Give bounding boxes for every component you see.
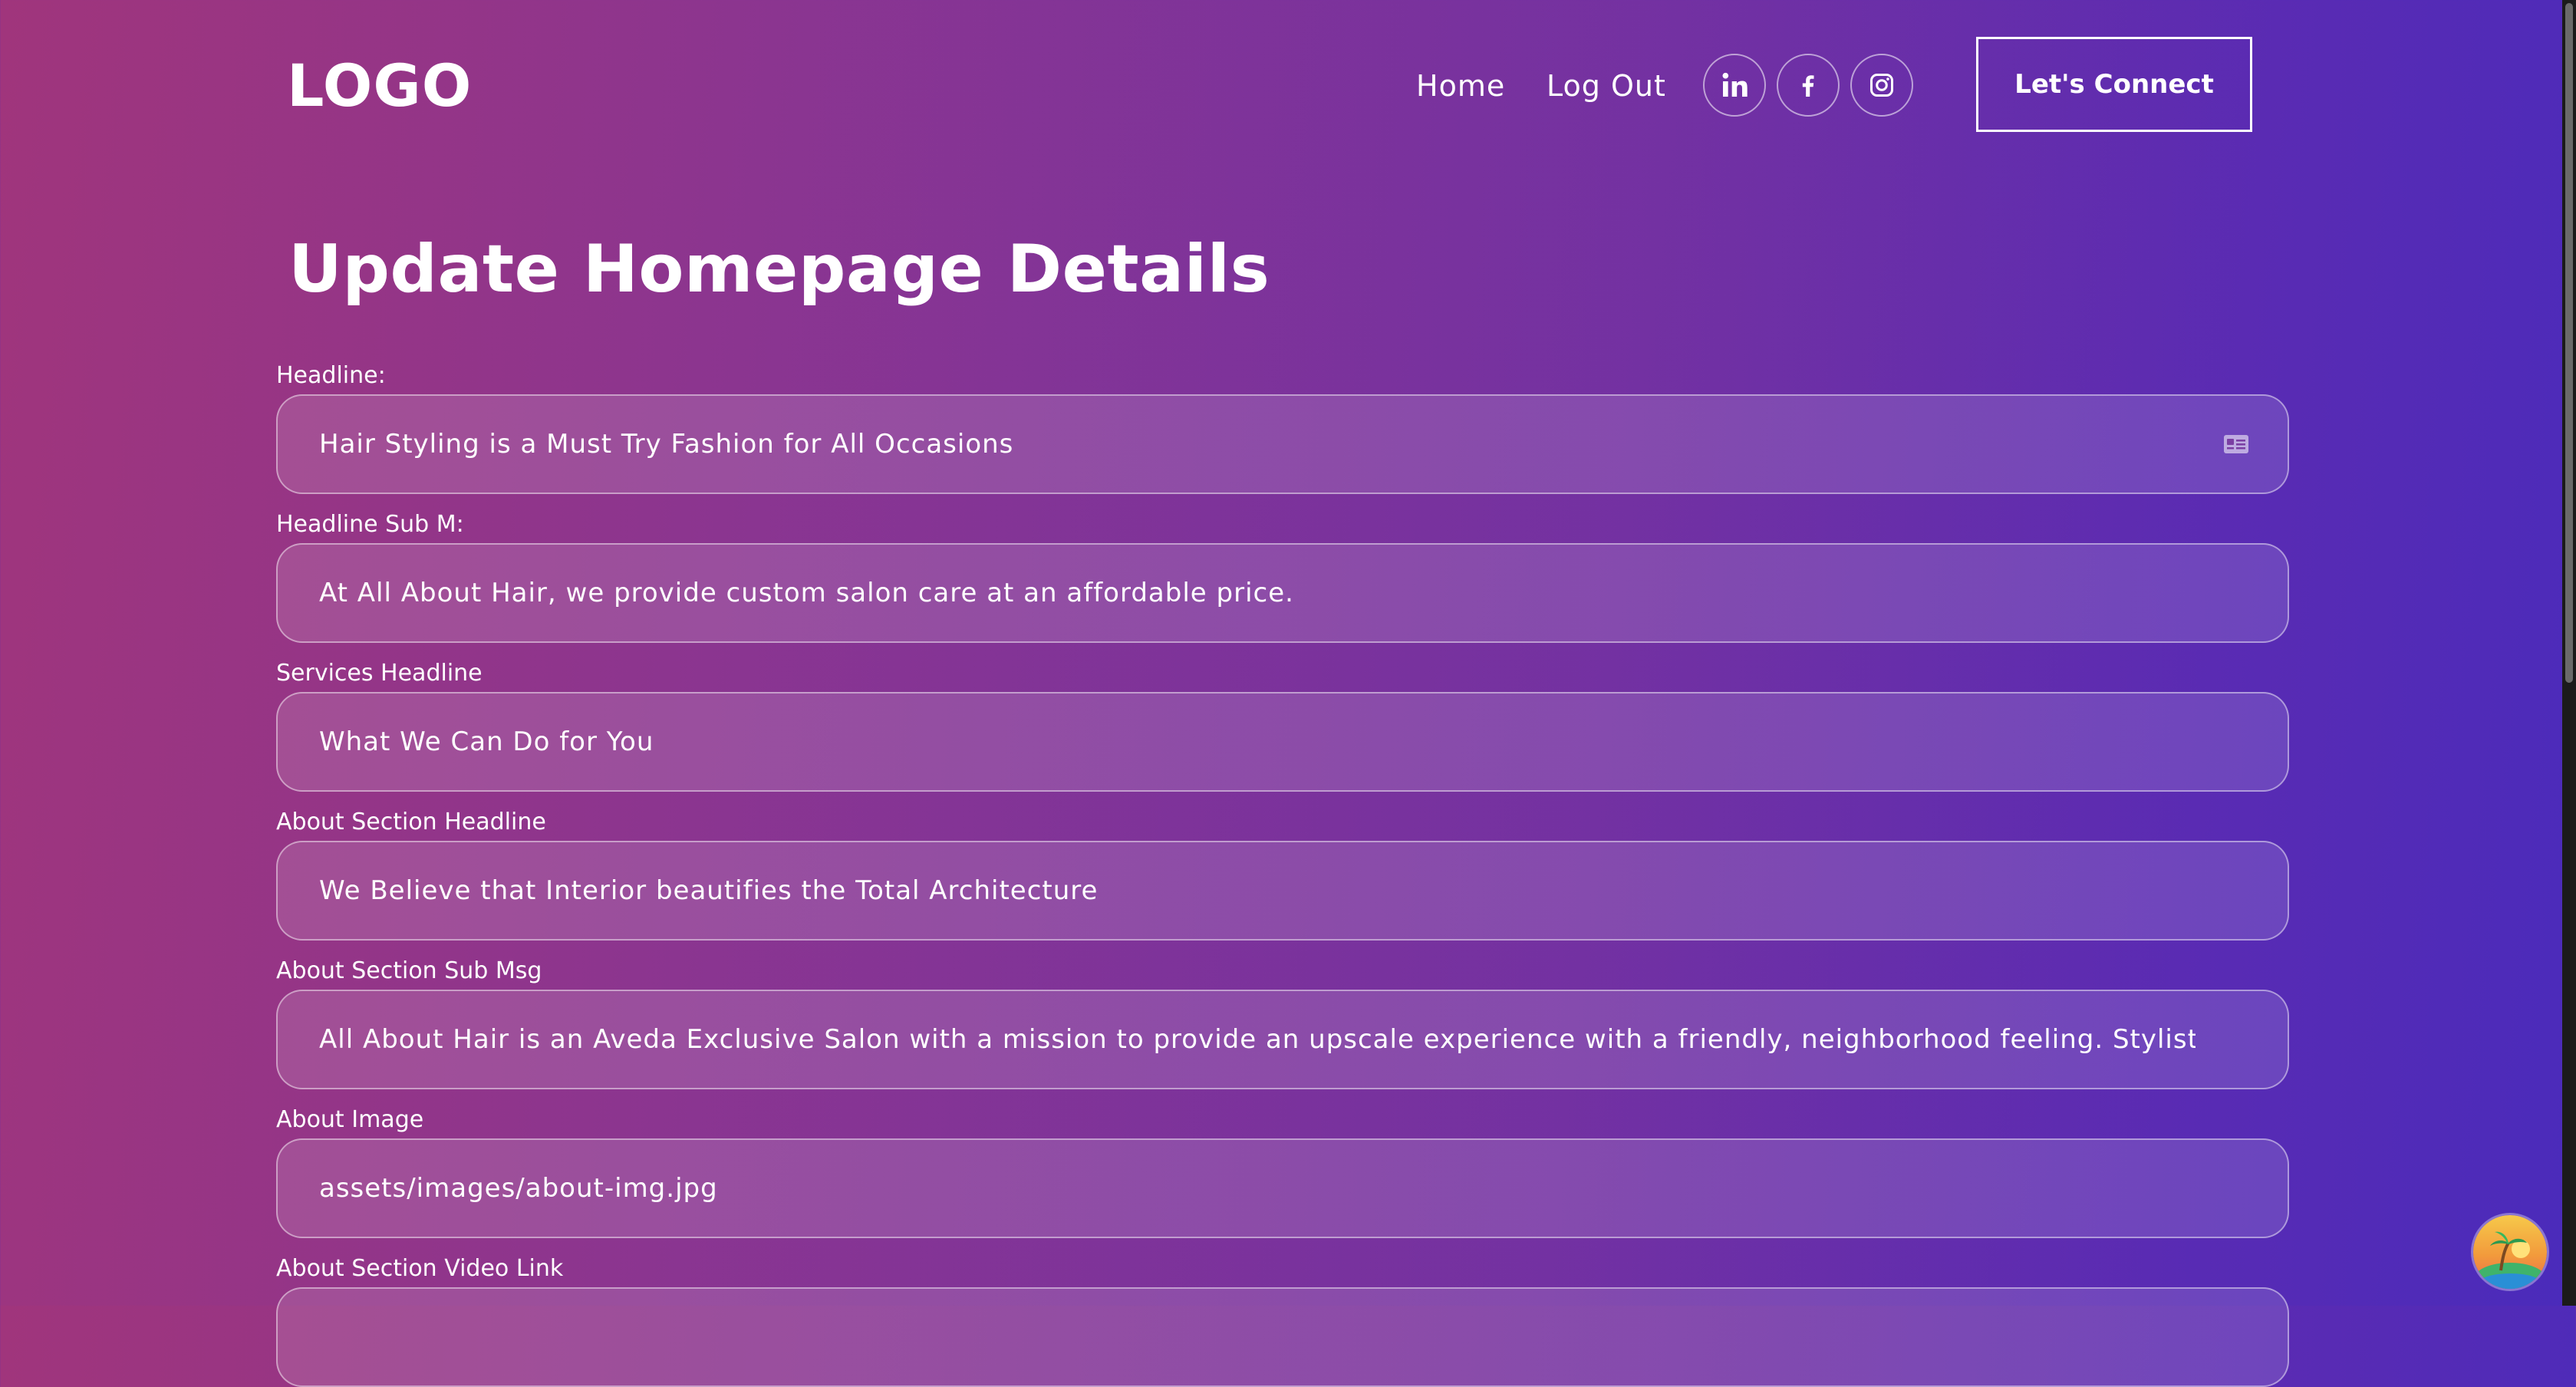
headline-sub-input[interactable] [276,543,2289,643]
nav-logout-link[interactable]: Log Out [1547,63,1666,109]
headline-input[interactable] [276,394,2289,494]
about-sub-msg-label: About Section Sub Msg [276,957,542,984]
floating-assistant-button[interactable] [2473,1215,2547,1289]
about-video-link-input[interactable] [276,1287,2289,1387]
linkedin-button[interactable] [1703,54,1766,117]
contact-card-icon[interactable] [2223,434,2249,454]
about-headline-label: About Section Headline [276,809,546,835]
facebook-icon [1794,71,1822,99]
page-title: Update Homepage Details [288,231,1270,308]
services-headline-label: Services Headline [276,660,483,687]
about-image-input[interactable] [276,1138,2289,1238]
linkedin-icon [1719,70,1750,100]
instagram-button[interactable] [1850,54,1913,117]
about-headline-input[interactable] [276,841,2289,941]
about-image-label: About Image [276,1106,424,1133]
lets-connect-button[interactable]: Let's Connect [1976,37,2252,132]
facebook-button[interactable] [1777,54,1840,117]
page: LOGO Home Log Out Let's Connect Update H… [0,0,2562,1387]
services-headline-input[interactable] [276,692,2289,792]
instagram-icon [1868,71,1896,99]
headline-sub-label: Headline Sub M: [276,511,464,538]
logo[interactable]: LOGO [287,48,472,124]
about-sub-msg-input[interactable] [276,990,2289,1089]
nav-home-link[interactable]: Home [1416,63,1505,109]
headline-label: Headline: [276,362,386,389]
scrollbar-thumb[interactable] [2565,3,2573,683]
about-video-link-label: About Section Video Link [276,1255,564,1282]
